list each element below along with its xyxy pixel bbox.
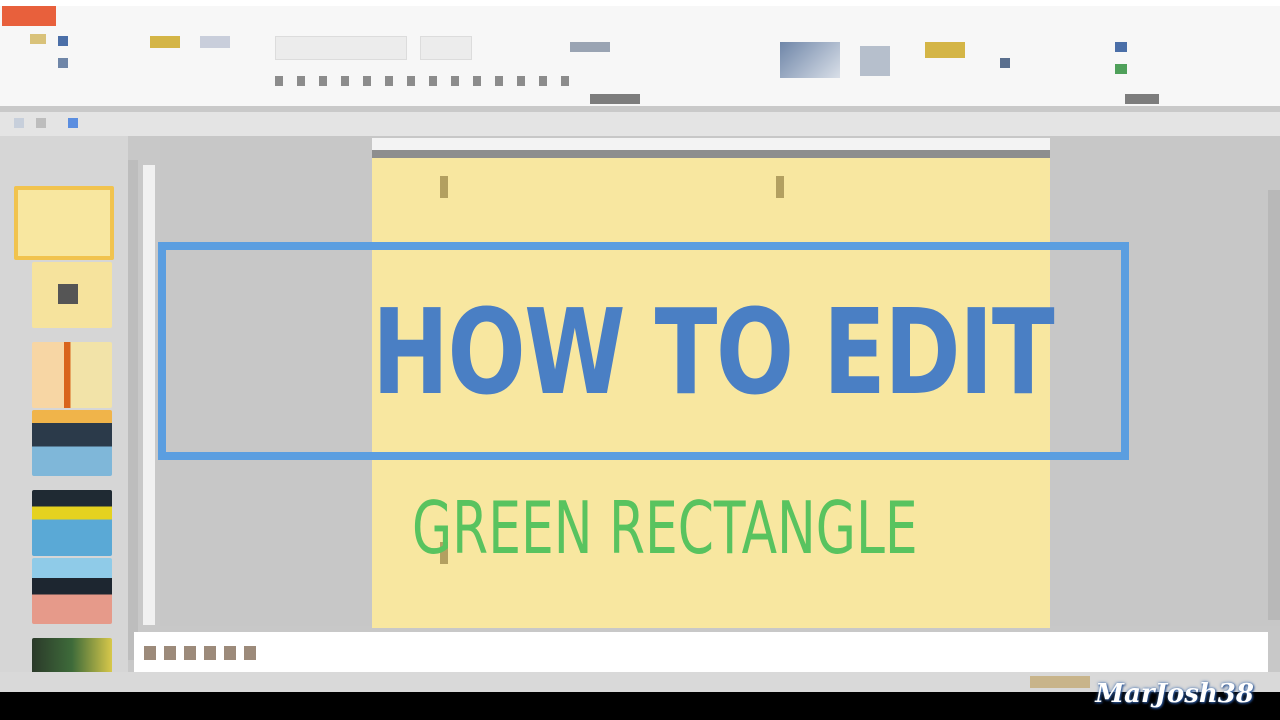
slide-thumbnail-1[interactable] [14,186,114,260]
font-size-dropdown[interactable] [420,36,472,60]
paragraph-group-label [590,94,640,104]
ribbon-toolbar [0,6,1280,112]
slide-thumbnail-6[interactable] [32,558,112,624]
quick-styles-icon[interactable] [925,42,965,58]
slide-subtitle[interactable]: GREEN RECTANGLE [412,488,918,568]
slide-thumbnail-3[interactable] [32,342,112,408]
quick-access-bar [0,112,1280,136]
copy-icon[interactable] [58,58,68,68]
guide-marker [776,176,784,198]
highlight-rectangle[interactable] [158,242,1129,460]
font-format-buttons[interactable] [275,76,575,86]
close-pane-icon[interactable] [68,118,78,128]
new-slide-icon[interactable] [150,36,180,48]
outline-tab-icon[interactable] [36,118,46,128]
slide-thumbnail-5[interactable] [32,490,112,556]
thumbnail-scrollbar[interactable] [143,165,155,625]
notes-placeholder-text [144,646,264,660]
status-bar [0,672,1280,692]
horizontal-ruler [372,138,1050,158]
guide-marker [440,176,448,198]
layout-icon[interactable] [200,36,230,48]
shapes-gallery[interactable] [780,42,840,78]
channel-watermark: MarJosh38 [1095,679,1254,709]
vertical-scrollbar[interactable] [1268,190,1280,620]
bullets-icon[interactable] [570,42,610,52]
view-buttons[interactable] [1030,676,1090,688]
video-letterbox [0,692,1280,720]
arrange-icon[interactable] [860,46,890,76]
replace-icon[interactable] [1115,64,1127,74]
notes-pane[interactable] [134,632,1268,672]
slide-thumbnail-4[interactable] [32,410,112,476]
font-name-dropdown[interactable] [275,36,407,60]
slide-thumbnails-pane[interactable] [0,136,128,692]
slide-thumbnail-2[interactable] [32,262,112,328]
shape-outline-icon[interactable] [1000,58,1010,68]
slides-tab-icon[interactable] [14,118,24,128]
find-icon[interactable] [1115,42,1127,52]
file-tab[interactable] [2,6,56,26]
paste-icon[interactable] [30,34,46,44]
thumbnail-image [58,284,78,304]
editing-group-label [1125,94,1159,104]
pane-splitter[interactable] [128,160,138,660]
cut-icon[interactable] [58,36,68,46]
